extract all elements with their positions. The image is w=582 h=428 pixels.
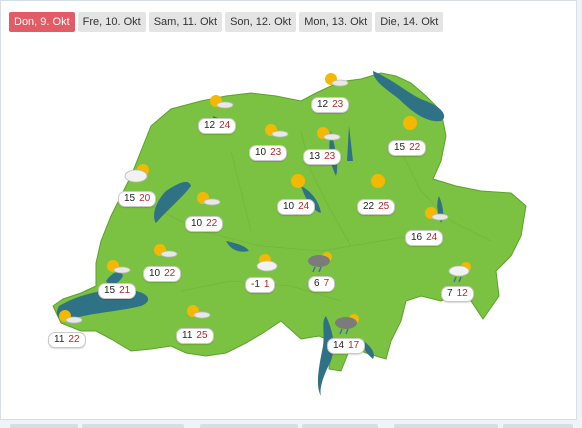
temperature-label: 15 22 — [388, 140, 427, 156]
temperature-label: 10 22 — [143, 266, 182, 282]
rain-cloud-icon — [308, 252, 332, 273]
page-edge — [578, 0, 582, 420]
temperature-label: 7 12 — [441, 286, 474, 302]
sun-icon — [371, 174, 385, 188]
footer-tab[interactable] — [10, 424, 78, 428]
temperature-label: -1 1 — [245, 277, 276, 293]
temperature-label: 10 22 — [185, 216, 224, 232]
footer-tab[interactable] — [503, 424, 573, 428]
temperature-label: 10 23 — [249, 145, 288, 161]
sun-cloud-icon — [425, 207, 449, 221]
footer-strip — [0, 420, 582, 428]
sun-cloud-icon — [210, 95, 234, 109]
temperature-label: 13 23 — [303, 149, 342, 165]
footer-tab[interactable] — [394, 424, 498, 428]
temperature-label: 11 25 — [176, 328, 214, 344]
sun-icon — [403, 116, 417, 130]
footer-tab[interactable] — [200, 424, 298, 428]
temperature-label: 16 24 — [405, 230, 444, 246]
rain-cloud-icon — [335, 314, 359, 335]
temperature-label: 12 24 — [198, 118, 237, 134]
sun-icon — [291, 174, 305, 188]
sun-cloud-icon — [256, 254, 278, 272]
sun-cloud-icon — [197, 192, 221, 206]
temperature-label: 67 — [308, 276, 336, 292]
sun-cloud-icon — [59, 310, 83, 324]
sun-cloud-icon — [187, 305, 211, 319]
sun-cloud-icon — [317, 127, 341, 141]
sun-cloud-icon — [265, 124, 289, 138]
cloud-rain-sun-icon — [448, 262, 471, 283]
temperature-label: 14 17 — [327, 338, 366, 354]
sun-cloud-icon — [154, 244, 178, 258]
footer-tab[interactable] — [82, 424, 184, 428]
country-shape — [52, 72, 527, 372]
cloud-sun-icon — [124, 164, 149, 183]
footer-tab[interactable] — [302, 424, 378, 428]
sun-cloud-icon — [107, 260, 131, 274]
temperature-label: 15 20 — [118, 191, 157, 207]
temperature-label: 15 21 — [98, 283, 137, 299]
temperature-label: 11 22 — [48, 332, 86, 348]
sun-cloud-icon — [325, 73, 349, 87]
temperature-label: 22 25 — [357, 199, 396, 215]
weather-map-panel: Don, 9. Okt Fre, 10. Okt Sam, 11. Okt So… — [0, 0, 577, 420]
temperature-label: 10 24 — [277, 199, 316, 215]
temperature-label: 12 23 — [311, 97, 350, 113]
